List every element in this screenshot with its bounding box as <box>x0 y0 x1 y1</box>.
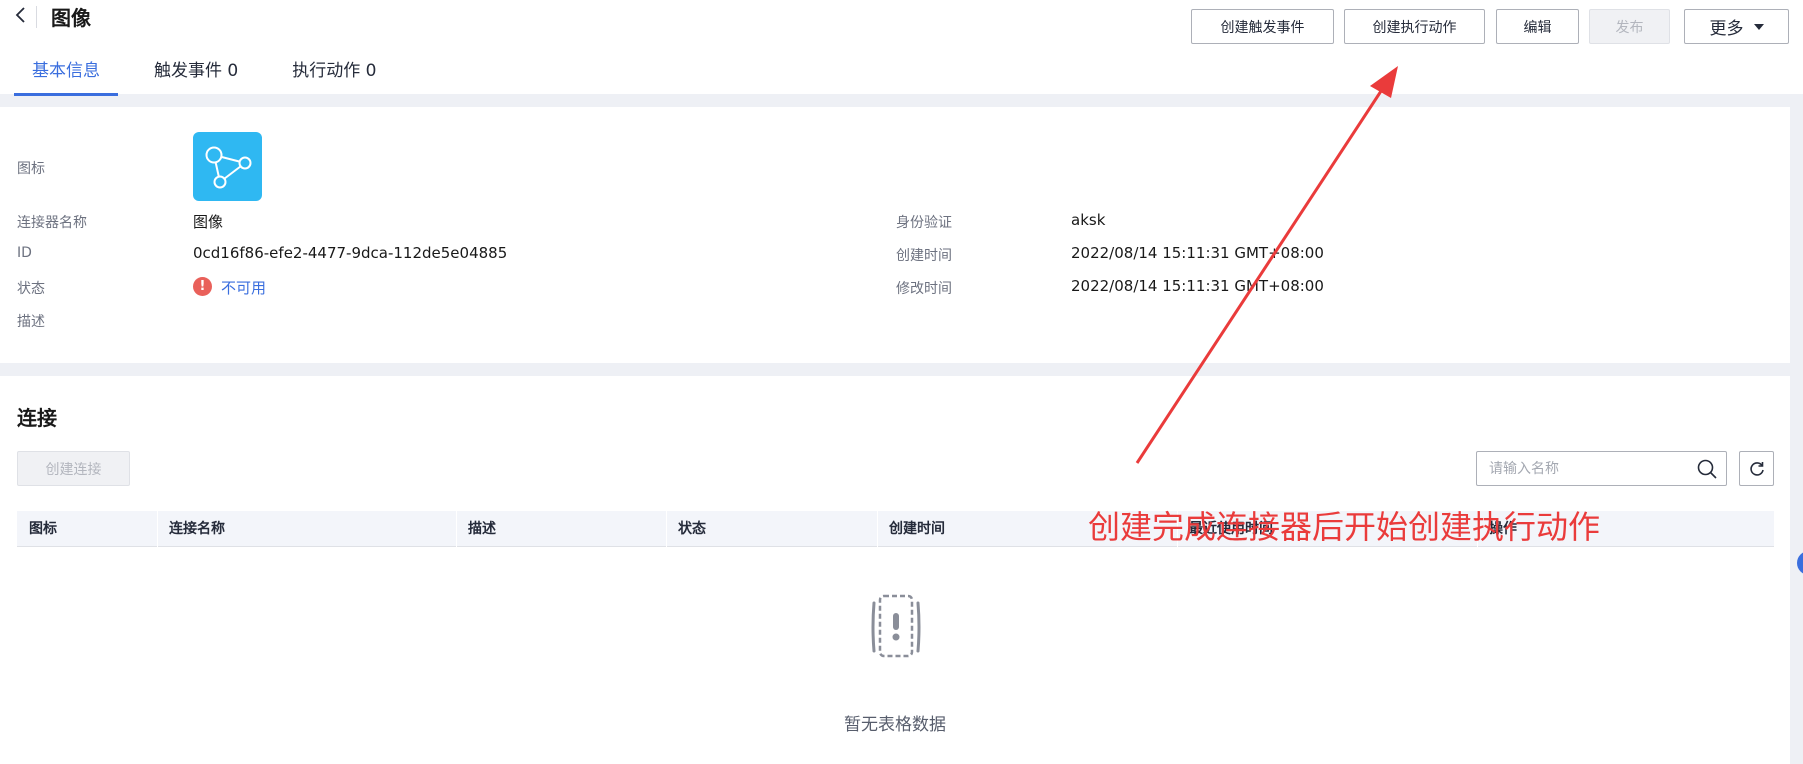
search-box <box>1476 451 1727 486</box>
search-icon[interactable] <box>1696 458 1718 480</box>
side-float-handle[interactable] <box>1797 551 1803 575</box>
connector-name-value: 图像 <box>193 213 224 231</box>
search-input[interactable] <box>1477 452 1687 485</box>
caret-down-icon <box>1753 23 1764 30</box>
auth-value: aksk <box>1071 211 1106 229</box>
id-label: ID <box>17 245 32 261</box>
column-header-status: 状态 <box>678 521 706 537</box>
tab-triggers[interactable]: 触发事件 0 <box>136 52 256 96</box>
basic-info-card: 图标 连接器名称 图像 ID 0cd16f86-efe2-4477-9dca-1… <box>0 107 1790 363</box>
edit-button[interactable]: 编辑 <box>1496 9 1579 44</box>
column-header-icon: 图标 <box>29 521 57 537</box>
tab-bar: 基本信息 触发事件 0 执行动作 0 <box>14 52 412 96</box>
error-icon: ! <box>193 277 212 296</box>
connector-icon <box>193 132 262 201</box>
more-dropdown-button[interactable]: 更多 <box>1684 9 1789 44</box>
page-header: 图像 基本信息 触发事件 0 执行动作 0 创建触发事件 创建执行动作 编辑 发… <box>0 0 1803 96</box>
page-title: 图像 <box>51 6 91 30</box>
tab-actions[interactable]: 执行动作 0 <box>274 52 394 96</box>
column-header-description: 描述 <box>468 521 496 537</box>
refresh-icon <box>1749 461 1764 476</box>
refresh-button[interactable] <box>1739 451 1774 486</box>
column-header-created-time: 创建时间 <box>889 521 945 537</box>
description-label: 描述 <box>17 314 45 330</box>
connector-graph-icon <box>205 146 252 189</box>
column-header-connection-name: 连接名称 <box>169 521 225 537</box>
connections-card: 连接 创建连接 图标 连接名称 描述 状态 创建时间 最近使用时间 操作 <box>0 376 1790 764</box>
status-value[interactable]: 不可用 <box>221 277 266 298</box>
empty-table-text: 暂无表格数据 <box>844 715 946 735</box>
created-time-value: 2022/08/14 15:11:31 GMT+08:00 <box>1071 244 1324 262</box>
modified-time-label: 修改时间 <box>896 281 952 297</box>
tab-basic-info[interactable]: 基本信息 <box>14 52 118 96</box>
back-arrow-icon[interactable] <box>10 4 32 26</box>
empty-data-icon <box>871 594 921 658</box>
id-value: 0cd16f86-efe2-4477-9dca-112de5e04885 <box>193 244 508 262</box>
publish-button[interactable]: 发布 <box>1589 9 1670 44</box>
auth-label: 身份验证 <box>896 215 952 231</box>
annotation-text: 创建完成连接器后开始创建执行动作 <box>1088 508 1601 546</box>
modified-time-value: 2022/08/14 15:11:31 GMT+08:00 <box>1071 277 1324 295</box>
status-label: 状态 <box>17 281 45 297</box>
create-trigger-button[interactable]: 创建触发事件 <box>1191 9 1334 44</box>
icon-label: 图标 <box>17 161 45 177</box>
created-time-label: 创建时间 <box>896 248 952 264</box>
create-action-button[interactable]: 创建执行动作 <box>1344 9 1485 44</box>
connector-name-label: 连接器名称 <box>17 215 87 231</box>
more-label: 更多 <box>1709 19 1744 39</box>
title-divider <box>36 6 37 28</box>
connections-title: 连接 <box>17 406 57 430</box>
create-connection-button[interactable]: 创建连接 <box>17 451 130 486</box>
